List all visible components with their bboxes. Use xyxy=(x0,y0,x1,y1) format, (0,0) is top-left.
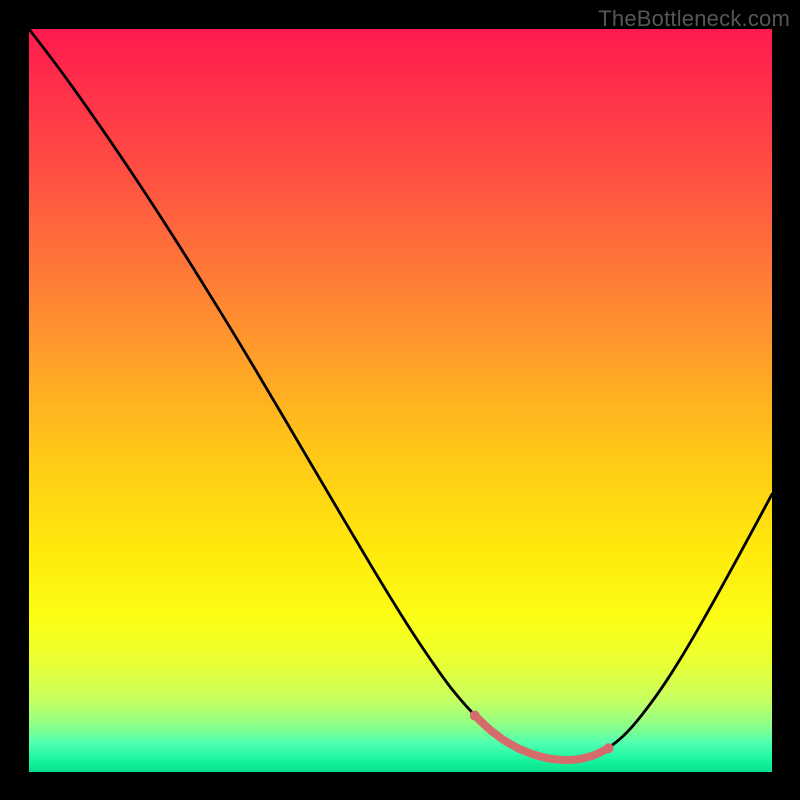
marker-dot-right xyxy=(604,743,614,753)
chart-svg xyxy=(29,29,772,772)
gradient-background xyxy=(29,29,772,772)
plot-area xyxy=(29,29,772,772)
watermark-text: TheBottleneck.com xyxy=(598,6,790,32)
chart-frame: TheBottleneck.com xyxy=(0,0,800,800)
marker-dot-left xyxy=(470,711,480,721)
